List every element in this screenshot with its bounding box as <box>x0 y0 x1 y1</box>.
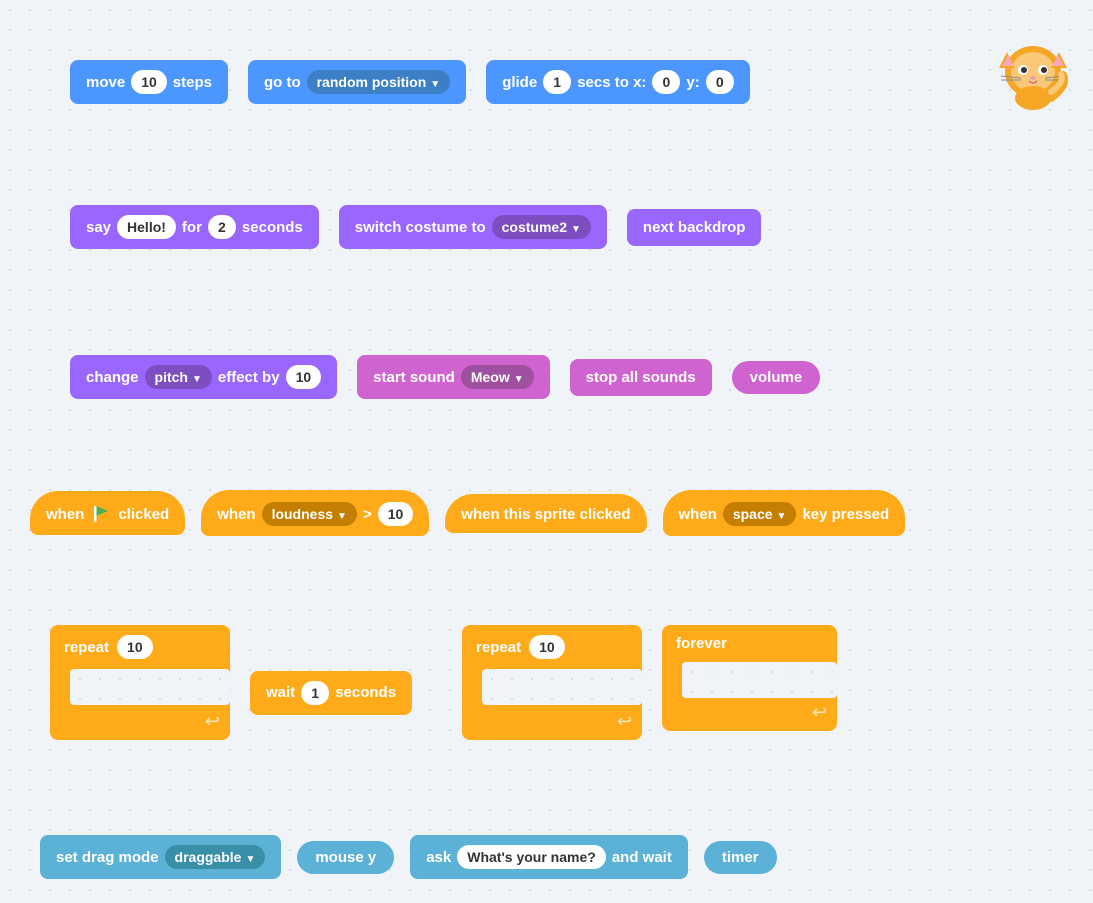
glide-value1[interactable]: 1 <box>543 70 571 94</box>
drag-chevron-icon <box>245 849 255 865</box>
repeat1-bottom: ↩ <box>50 705 230 740</box>
glide-block[interactable]: glide 1 secs to x: 0 y: 0 <box>486 60 750 104</box>
forever-loop-icon: ↩ <box>812 702 827 723</box>
wait-value[interactable]: 1 <box>301 681 329 705</box>
effect-dropdown[interactable]: pitch <box>145 365 212 389</box>
key-chevron-icon <box>777 506 787 522</box>
ask-label: ask <box>426 849 451 866</box>
say-block[interactable]: say Hello! for 2 seconds <box>70 205 319 249</box>
wait-block[interactable]: wait 1 seconds <box>250 671 412 715</box>
flag-icon <box>90 503 112 525</box>
mouse-y-label: mouse y <box>315 849 376 866</box>
costume-chevron-icon <box>571 219 581 235</box>
say-suffix: seconds <box>242 219 303 236</box>
repeat2-bottom: ↩ <box>462 705 642 740</box>
move-value[interactable]: 10 <box>131 70 167 94</box>
switch-costume-label: switch costume to <box>355 219 486 236</box>
sound-dropdown[interactable]: Meow <box>461 365 534 389</box>
goto-chevron-icon <box>430 74 440 90</box>
key-when: when <box>679 506 717 523</box>
start-sound-block[interactable]: start sound Meow <box>357 355 549 399</box>
timer-label: timer <box>722 849 759 866</box>
goto-dropdown[interactable]: random position <box>307 70 451 94</box>
glide-value3[interactable]: 0 <box>706 70 734 94</box>
repeat1-value[interactable]: 10 <box>117 635 153 659</box>
when-loudness-block[interactable]: when loudness > 10 <box>201 490 429 536</box>
effect-mid: effect by <box>218 369 280 386</box>
set-drag-mode-block[interactable]: set drag mode draggable <box>40 835 281 879</box>
costume-dropdown[interactable]: costume2 <box>492 215 591 239</box>
volume-label: volume <box>750 369 803 386</box>
repeat-block-2[interactable]: repeat 10 ↩ <box>462 625 642 740</box>
drag-mode-label: set drag mode <box>56 849 159 866</box>
forever-label: forever <box>676 635 727 652</box>
glide-label: glide <box>502 74 537 91</box>
loudness-value[interactable]: 10 <box>378 502 414 526</box>
when-sprite-clicked-block[interactable]: when this sprite clicked <box>445 494 646 533</box>
say-label: say <box>86 219 111 236</box>
goto-label: go to <box>264 74 301 91</box>
flag-clicked-suffix: clicked <box>118 506 169 523</box>
move-suffix: steps <box>173 74 212 91</box>
glide-mid: secs to x: <box>577 74 646 91</box>
repeat2-loop-icon: ↩ <box>617 711 632 732</box>
repeat1-label: repeat <box>64 639 109 656</box>
key-suffix: key pressed <box>802 506 889 523</box>
repeat1-notch <box>70 669 230 705</box>
when-flag-clicked-block[interactable]: when clicked <box>30 491 185 535</box>
stop-sounds-label: stop all sounds <box>586 369 696 386</box>
move-label: move <box>86 74 125 91</box>
timer-reporter[interactable]: timer <box>704 841 777 874</box>
forever-bottom: ↩ <box>662 698 837 731</box>
forever-block[interactable]: forever ↩ <box>662 625 837 731</box>
change-label: change <box>86 369 139 386</box>
start-sound-label: start sound <box>373 369 455 386</box>
ask-block[interactable]: ask What's your name? and wait <box>410 835 688 879</box>
effect-chevron-icon <box>192 369 202 385</box>
repeat-block-1[interactable]: repeat 10 ↩ <box>50 625 230 740</box>
sprite-clicked-label: when this sprite clicked <box>461 506 630 523</box>
move-block[interactable]: move 10 steps <box>70 60 228 104</box>
repeat2-label: repeat <box>476 639 521 656</box>
switch-costume-block[interactable]: switch costume to costume2 <box>339 205 607 249</box>
loudness-dropdown[interactable]: loudness <box>262 502 357 526</box>
sound-chevron-icon <box>514 369 524 385</box>
loudness-chevron-icon <box>337 506 347 522</box>
stop-all-sounds-block[interactable]: stop all sounds <box>570 359 712 396</box>
when-key-pressed-block[interactable]: when space key pressed <box>663 490 906 536</box>
say-value2[interactable]: 2 <box>208 215 236 239</box>
repeat2-value[interactable]: 10 <box>529 635 565 659</box>
wait-label: wait <box>266 684 295 701</box>
next-backdrop-label: next backdrop <box>643 219 746 236</box>
glide-ysep: y: <box>686 74 699 91</box>
say-value[interactable]: Hello! <box>117 215 176 239</box>
next-backdrop-block[interactable]: next backdrop <box>627 209 762 246</box>
change-effect-block[interactable]: change pitch effect by 10 <box>70 355 337 399</box>
repeat1-loop-icon: ↩ <box>205 711 220 732</box>
wait-suffix: seconds <box>335 684 396 701</box>
ask-value[interactable]: What's your name? <box>457 845 606 869</box>
volume-reporter[interactable]: volume <box>732 361 821 394</box>
scratch-cat-logo <box>993 30 1063 100</box>
loudness-op: > <box>363 506 372 523</box>
effect-value[interactable]: 10 <box>286 365 322 389</box>
glide-value2[interactable]: 0 <box>652 70 680 94</box>
ask-suffix: and wait <box>612 849 672 866</box>
say-mid: for <box>182 219 202 236</box>
forever-notch <box>682 662 837 698</box>
loudness-when: when <box>217 506 255 523</box>
when-flag-label: when <box>46 506 84 523</box>
drag-dropdown[interactable]: draggable <box>165 845 266 869</box>
goto-block[interactable]: go to random position <box>248 60 466 104</box>
repeat2-notch <box>482 669 642 705</box>
mouse-y-reporter[interactable]: mouse y <box>297 841 394 874</box>
key-dropdown[interactable]: space <box>723 502 797 526</box>
